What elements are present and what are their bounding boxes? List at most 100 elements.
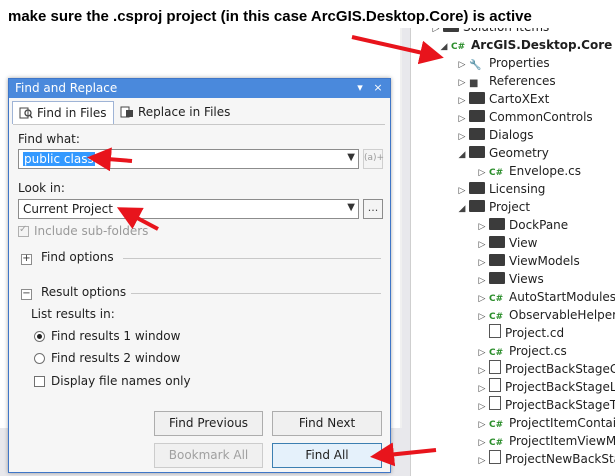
find-options-label: Find options [41, 250, 114, 264]
tab-replace-in-files-label: Replace in Files [138, 105, 231, 119]
bookmark-all-button[interactable]: Bookmark All [154, 443, 263, 468]
expanded-arrow-icon[interactable]: ◢ [455, 200, 469, 218]
folder-icon [489, 254, 505, 266]
tree-item-label: Licensing [489, 182, 546, 196]
find-what-value-wrap: public class [23, 152, 95, 166]
radio-find-results-1-label: Find results 1 window [51, 329, 181, 343]
tree-item-label: ProjectBackStageLis [505, 380, 615, 394]
tree-item[interactable]: ▷ CartoXExt [455, 90, 549, 108]
tree-item[interactable]: ▷ ViewModels [475, 252, 580, 270]
dialog-titlebar[interactable]: Find and Replace ▾ × [9, 79, 390, 98]
tree-item-label: ProjectBackStageGr [505, 362, 615, 376]
include-subfolders-checkbox[interactable] [18, 224, 29, 237]
tree-item[interactable]: ▷ C# ObservableHelper.c [475, 306, 615, 324]
look-in-value: Current Project [23, 202, 113, 216]
folder-icon [469, 110, 485, 122]
result-options-expander[interactable]: − [21, 289, 32, 300]
find-options-expander[interactable]: + [21, 254, 32, 265]
tree-item[interactable]: ▷ Views [475, 270, 544, 288]
find-previous-button[interactable]: Find Previous [154, 411, 263, 436]
radio-find-results-2[interactable] [34, 353, 45, 364]
find-in-files-icon [19, 104, 33, 119]
find-what-label: Find what: [18, 132, 80, 146]
solution-explorer: ▷Solution Items◢C#ArcGIS.Desktop.Core ▷ 🔧 P… [410, 28, 615, 476]
find-all-button[interactable]: Find All [272, 443, 382, 468]
tab-find-in-files[interactable]: Find in Files [12, 101, 114, 124]
tree-item-label: References [489, 74, 556, 88]
dialog-title: Find and Replace [15, 81, 118, 95]
tree-item[interactable]: ▷ 🔧 Properties [455, 54, 550, 72]
find-panel: Find what: public class ▼ (a)+ Look in: … [13, 124, 385, 469]
tree-item-label: Solution Items [463, 28, 549, 34]
list-results-label: List results in: [31, 307, 115, 321]
tree-item-label: Properties [489, 56, 550, 70]
radio-find-results-1[interactable] [34, 331, 45, 342]
tree-item[interactable]: ▷ C# Project.cs [475, 342, 567, 360]
tree-item-label: DockPane [509, 218, 569, 232]
tree-item[interactable]: ▷ C# ProjectItemViewMo [475, 432, 615, 450]
xaml-file-icon [489, 378, 501, 392]
find-what-combo[interactable]: public class ▼ [18, 149, 359, 169]
tree-item[interactable]: ◢ Geometry [455, 144, 549, 162]
dropdown-icon[interactable]: ▾ [353, 81, 367, 95]
look-in-label: Look in: [18, 181, 65, 195]
look-in-combo[interactable]: Current Project ▼ [18, 199, 359, 219]
tree-item-label: CartoXExt [489, 92, 550, 106]
tree-item[interactable]: ▷ CommonControls [455, 108, 593, 126]
radio-find-results-2-label: Find results 2 window [51, 351, 181, 365]
tree-item-label: CommonControls [489, 110, 593, 124]
display-filenames-label: Display file names only [51, 374, 191, 388]
tree-item-label: Project.cs [509, 344, 567, 358]
tree-item[interactable]: ▷ Dialogs [455, 126, 533, 144]
tree-item[interactable]: ▷ C# ProjectItemContain [475, 414, 615, 432]
expanded-arrow-icon[interactable]: ◢ [455, 146, 469, 164]
browse-button[interactable]: ... [363, 199, 383, 219]
include-subfolders-label: Include sub-folders [34, 224, 149, 238]
regex-expression-button[interactable]: (a)+ [363, 149, 384, 169]
tree-item-label: ProjectBackStageTe [505, 398, 615, 412]
tree-item-label: ProjectNewBackSta [505, 452, 615, 466]
tree-item-label: ArcGIS.Desktop.Core [471, 38, 613, 52]
folder-icon [469, 128, 485, 140]
chevron-down-icon[interactable]: ▼ [347, 152, 355, 163]
find-next-button[interactable]: Find Next [272, 411, 382, 436]
tree-item-label: ViewModels [509, 254, 580, 268]
close-icon[interactable]: × [371, 81, 385, 95]
xaml-file-icon [489, 396, 501, 410]
tree-item[interactable]: ▷ ProjectBackStageLis [475, 378, 615, 396]
xaml-file-icon [489, 360, 501, 374]
collapsed-arrow-icon[interactable]: ▷ [475, 452, 489, 470]
folder-icon [469, 182, 485, 194]
tab-replace-in-files[interactable]: Replace in Files [114, 101, 236, 123]
tree-item[interactable]: ▷ C# Envelope.cs [475, 162, 581, 180]
expanded-arrow-icon[interactable]: ◢ [437, 38, 451, 56]
tree-item[interactable]: ▷ DockPane [475, 216, 568, 234]
wrench-icon: 🔧 [469, 60, 482, 71]
editor-scrollbar[interactable] [402, 28, 410, 428]
tree-item[interactable]: Project.cd [475, 324, 564, 342]
tree-item[interactable]: ▷ View [475, 234, 537, 252]
display-filenames-checkbox[interactable] [34, 376, 45, 387]
tree-item-label: Envelope.cs [509, 164, 582, 178]
tree-item-label: Project.cd [505, 326, 565, 340]
chevron-down-icon[interactable]: ▼ [347, 202, 355, 213]
class-diagram-icon [489, 324, 501, 338]
tree-item[interactable]: ◢ Project [455, 198, 530, 216]
tree-item[interactable]: ▷ C# AutoStartModulesP [475, 288, 615, 306]
folder-icon [469, 200, 485, 212]
tree-item-label: View [509, 236, 538, 250]
tree-item[interactable]: ◢ C# ArcGIS.Desktop.Core [437, 36, 613, 56]
tree-item[interactable]: ▷ ■ References [455, 72, 556, 90]
folder-icon [469, 146, 485, 158]
tree-item[interactable]: ▷ ProjectNewBackSta [475, 450, 615, 468]
tree-item[interactable]: ▷Solution Items [429, 28, 549, 36]
tree-item-label: Project [489, 200, 531, 214]
tree-item[interactable]: ▷ ProjectBackStageTe [475, 396, 615, 414]
folder-icon [489, 236, 505, 248]
tree-item[interactable]: ▷ Licensing [455, 180, 545, 198]
references-icon: ■ [469, 78, 479, 89]
xaml-file-icon [489, 450, 501, 464]
find-replace-dialog: Find and Replace ▾ × Find in Files Repla… [8, 78, 391, 473]
divider [123, 258, 381, 259]
tree-item[interactable]: ▷ ProjectBackStageGr [475, 360, 615, 378]
